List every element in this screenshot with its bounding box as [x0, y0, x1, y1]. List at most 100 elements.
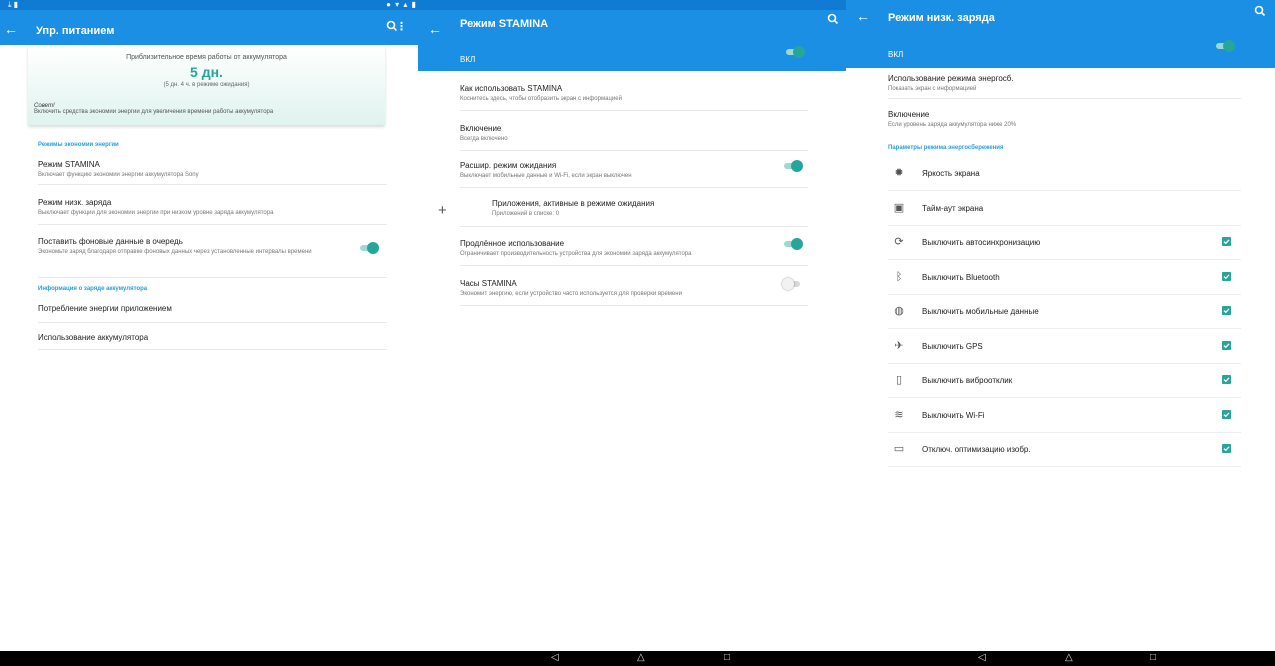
nav-back-icon[interactable]: ◁: [978, 652, 986, 664]
background-data-queue-toggle[interactable]: [358, 242, 379, 254]
stamina-mode-item[interactable]: Режим STAMINA Включает функцию экономии …: [38, 160, 387, 185]
app-bar: ← Режим STAMINA: [418, 0, 848, 45]
activation-subtitle: Всегда включено: [460, 136, 508, 142]
extended-standby-item[interactable]: Расшир. режим ожидания Выключает мобильн…: [460, 161, 808, 188]
stamina-clock-item[interactable]: Часы STAMINA Экономит энергию, если устр…: [460, 279, 808, 306]
activation-title: Включение: [888, 110, 930, 119]
param-row[interactable]: ≋ Выключить Wi-Fi: [888, 398, 1241, 433]
divider: [460, 226, 808, 227]
low-charge-master-toggle[interactable]: [1214, 40, 1235, 52]
section-header-power-modes: Режимы экономии энергии: [38, 142, 119, 148]
low-charge-mode-item[interactable]: Режим низк. заряда Выключает функции для…: [38, 198, 387, 225]
gps-satellite-icon: ✈: [894, 339, 904, 352]
nav-home-icon[interactable]: △: [637, 652, 645, 664]
nav-home-icon[interactable]: △: [1065, 652, 1073, 664]
param-checkbox[interactable]: [1222, 444, 1231, 453]
background-data-queue-title: Поставить фоновые данные в очередь: [38, 237, 183, 246]
param-label: Выключить Wi-Fi: [922, 410, 985, 420]
param-row[interactable]: ▯ Выключить виброотклик: [888, 363, 1241, 398]
stamina-master-toggle[interactable]: [784, 46, 805, 58]
page-title: Режим низк. заряда: [888, 12, 995, 24]
low-charge-mode-title: Режим низк. заряда: [38, 198, 112, 207]
param-label: Выключить Bluetooth: [922, 272, 1000, 282]
param-checkbox[interactable]: [1222, 375, 1231, 384]
activation-title: Включение: [460, 124, 502, 133]
tip-block: Совет! Включить средства экономии энерги…: [34, 103, 273, 115]
background-data-queue-item[interactable]: Поставить фоновые данные в очередь Эконо…: [38, 237, 387, 278]
check-icon: [1223, 342, 1230, 348]
standby-active-apps-title: Приложения, активные в режиме ожидания: [492, 199, 655, 208]
battery-time-caption: Приблизительное время работы от аккумуля…: [126, 54, 287, 61]
param-row[interactable]: ✈ Выключить GPS: [888, 329, 1241, 364]
extended-use-toggle[interactable]: [782, 238, 803, 250]
search-icon[interactable]: [1253, 4, 1267, 18]
extended-use-title: Продлённое использование: [460, 239, 565, 248]
master-switch-bar[interactable]: ВКЛ: [846, 40, 1275, 68]
vibration-icon: ▯: [895, 374, 903, 386]
activation-item[interactable]: Включение Всегда включено: [460, 124, 808, 151]
check-icon: [1223, 239, 1230, 245]
how-to-use-subtitle: Коснитесь здесь, чтобы отобразить экран …: [460, 96, 622, 102]
param-checkbox[interactable]: [1222, 237, 1231, 246]
search-icon[interactable]: [826, 12, 840, 26]
overflow-menu-icon[interactable]: ⋮: [396, 20, 407, 33]
extended-standby-title: Расшир. режим ожидания: [460, 161, 557, 170]
param-row[interactable]: ⟳ Выключить автосинхронизацию: [888, 225, 1241, 260]
stamina-mode-subtitle: Включает функцию экономии энергии аккуму…: [38, 172, 199, 178]
param-row[interactable]: ᛒ Выключить Bluetooth: [888, 260, 1241, 295]
param-checkbox[interactable]: [1222, 306, 1231, 315]
back-arrow-icon[interactable]: ←: [428, 22, 442, 36]
battery-summary-card: Приблизительное время работы от аккумуля…: [28, 45, 385, 125]
extended-use-item[interactable]: Продлённое использование Ограничивает пр…: [460, 239, 808, 266]
app-bar: ⤓ ▮ ● ▾ ▴ ▮ ← Упр. питанием ⋮: [0, 0, 425, 45]
param-row[interactable]: ▭ Отключ. оптимизацию изобр.: [888, 432, 1241, 467]
app-bar: ← Режим низк. заряда: [846, 0, 1275, 40]
section-header-battery-info: Информация о заряде аккумулятора: [38, 286, 148, 292]
back-arrow-icon[interactable]: ←: [4, 22, 18, 36]
param-label: Яркость экрана: [922, 169, 980, 178]
check-icon: [1223, 308, 1230, 314]
check-icon: [1223, 411, 1230, 417]
nav-recents-icon[interactable]: □: [1150, 652, 1156, 664]
nav-recents-icon[interactable]: □: [724, 652, 730, 664]
how-to-use-stamina-item[interactable]: Как использовать STAMINA Коснитесь здесь…: [460, 84, 808, 111]
screen-timeout-icon: ▣: [893, 201, 905, 214]
stamina-mode-screen: ← Режим STAMINA ВКЛ Как использовать STA…: [418, 0, 848, 666]
param-row[interactable]: ▣ Тайм-аут экрана: [888, 191, 1241, 226]
on-label: ВКЛ: [460, 55, 476, 64]
battery-time-value: 5 дн.: [190, 64, 223, 80]
param-label: Выключить автосинхронизацию: [922, 238, 1041, 247]
check-icon: [1223, 446, 1230, 452]
status-bar: [0, 0, 425, 10]
check-icon: [1223, 273, 1230, 279]
back-arrow-icon[interactable]: ←: [856, 9, 870, 23]
param-label: Выключить мобильные данные: [922, 307, 1039, 316]
param-row[interactable]: ✹ Яркость экрана: [888, 156, 1241, 191]
param-label: Выключить GPS: [922, 341, 983, 351]
globe-icon: ◍: [894, 305, 904, 317]
power-management-screen: ⤓ ▮ ● ▾ ▴ ▮ ← Упр. питанием ⋮ Приблизите…: [0, 0, 425, 666]
section-header-power-saving-params: Параметры режима энергосбережения: [888, 145, 1004, 151]
battery-usage-item[interactable]: Использование аккумулятора: [38, 333, 387, 350]
check-icon: [1223, 377, 1230, 383]
param-checkbox[interactable]: [1222, 271, 1231, 281]
param-row[interactable]: ◍ Выключить мобильные данные: [888, 294, 1241, 329]
master-switch-bar[interactable]: ВКЛ: [418, 45, 848, 71]
battery-usage-title: Использование аккумулятора: [38, 333, 149, 342]
standby-time: (5 дн. 4 ч. в режиме ожидания): [163, 82, 250, 88]
standby-active-apps-item[interactable]: Приложения, активные в режиме ожидания П…: [492, 199, 808, 225]
add-icon[interactable]: +: [438, 203, 447, 218]
power-saving-usage-item[interactable]: Использование режима энергосб. Показать …: [888, 74, 1241, 99]
param-checkbox[interactable]: [1222, 409, 1231, 419]
low-charge-mode-subtitle: Выключает функции для экономии энергии п…: [38, 210, 274, 216]
stamina-clock-toggle[interactable]: [782, 278, 802, 290]
param-checkbox[interactable]: [1222, 340, 1231, 350]
nav-back-icon[interactable]: ◁: [551, 652, 559, 664]
activation-item[interactable]: Включение Если уровень заряда аккумулято…: [888, 110, 1241, 134]
app-power-usage-item[interactable]: Потребление энергии приложением: [38, 304, 387, 323]
param-label: Выключить виброотклик: [922, 376, 1013, 385]
background-data-queue-subtitle: Экономьте заряд благодаря отправке фонов…: [38, 249, 312, 255]
extended-standby-toggle[interactable]: [782, 160, 803, 172]
brightness-icon: ✹: [894, 167, 904, 179]
phone-icon: ▭: [893, 443, 905, 455]
